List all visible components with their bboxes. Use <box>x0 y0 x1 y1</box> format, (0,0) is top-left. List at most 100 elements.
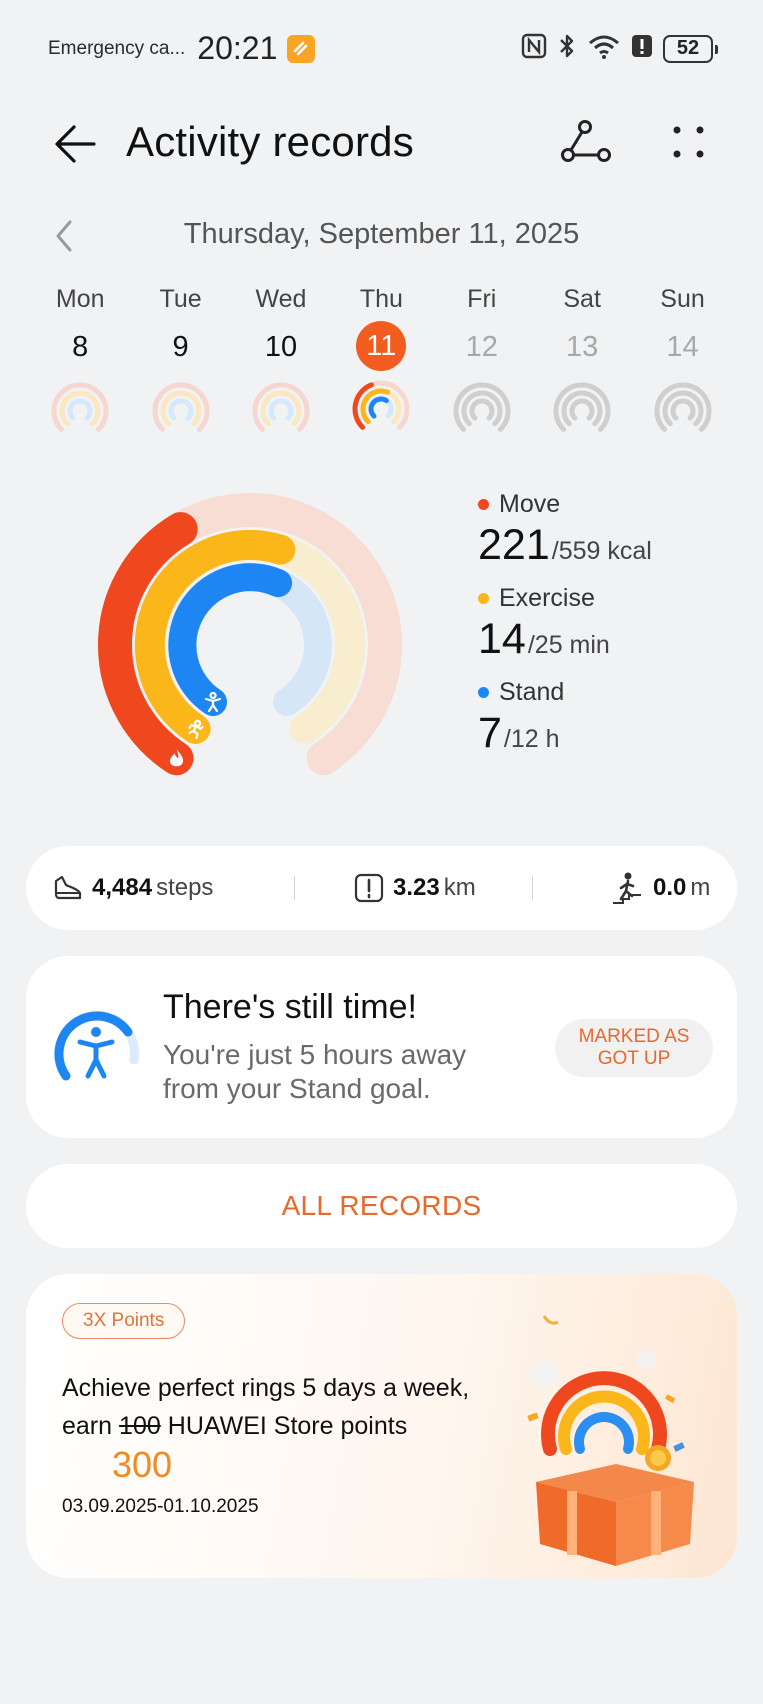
day-number: 12 <box>465 330 498 363</box>
day-number: 9 <box>172 330 189 363</box>
route-button[interactable] <box>558 116 614 172</box>
marked-as-got-up-button[interactable]: MARKED AS GOT UP <box>555 1019 713 1077</box>
week-strip: Mon 8 Tue 9 Wed 10 Thu 11 Fri 12 Sat 13 Sun 14 <box>30 285 733 437</box>
day-number: 8 <box>72 330 89 363</box>
day-name: Fri <box>467 285 497 313</box>
promo-store-points: HUAWEI Store points <box>167 1412 408 1440</box>
bluetooth-icon <box>557 32 577 65</box>
day-mini-rings <box>553 382 611 432</box>
more-button[interactable] <box>660 116 716 172</box>
page-title: Activity records <box>126 118 414 165</box>
steps-value: 4,484 <box>92 874 153 901</box>
status-left: Emergency ca... 20:21 <box>48 30 316 67</box>
day-tue[interactable]: Tue 9 <box>130 285 230 437</box>
day-name: Sun <box>660 285 705 313</box>
route-icon <box>561 120 611 162</box>
day-mini-rings <box>654 382 712 432</box>
carrier-label: Emergency ca... <box>48 37 186 59</box>
stand-value: 7 <box>478 709 502 757</box>
climb-value: 0.0 <box>653 874 687 901</box>
stand-dot <box>478 687 489 698</box>
move-label: Move <box>499 490 561 518</box>
button-label-line2: GOT UP <box>597 1048 671 1069</box>
wifi-icon <box>587 32 621 65</box>
stairs-climb-icon <box>613 872 641 904</box>
battery-icon: 52 <box>663 34 718 63</box>
app-header: Activity records <box>0 100 763 190</box>
distance-icon <box>354 873 384 903</box>
move-dot <box>478 499 489 510</box>
steps-stat: 4,484 steps <box>52 846 213 930</box>
points-badge: 3X Points <box>62 1303 186 1339</box>
day-name: Wed <box>255 285 307 313</box>
day-number: 10 <box>264 330 298 363</box>
promo-subline: earn 100 HUAWEI Store points <box>62 1412 407 1441</box>
status-right: 52 <box>521 32 718 65</box>
exercise-legend: Exercise 14/25 min <box>478 584 738 664</box>
stand-goal: /12 h <box>503 725 560 753</box>
steps-unit: steps <box>156 874 214 901</box>
day-thu[interactable]: Thu 11 <box>331 285 431 437</box>
move-value: 221 <box>478 521 550 569</box>
day-mini-rings <box>252 382 310 432</box>
back-button[interactable] <box>50 118 102 170</box>
app-notification-icon <box>287 34 316 63</box>
rings-legend: Move 221/559 kcal Exercise 14/25 min Sta… <box>478 490 738 772</box>
day-name: Sat <box>563 285 601 313</box>
divider <box>532 876 533 900</box>
day-sun: Sun 14 <box>632 285 732 437</box>
day-name: Thu <box>359 285 403 313</box>
exercise-value: 14 <box>478 615 526 663</box>
daily-stats-card[interactable]: 4,484 steps 3.23 km 0.0 m <box>26 846 737 930</box>
gift-box-illustration <box>527 1315 694 1566</box>
reminder-title: There's still time! <box>163 988 417 1026</box>
stand-label: Stand <box>499 678 565 706</box>
old-points: 100 <box>119 1412 161 1440</box>
divider <box>294 876 295 900</box>
day-mon[interactable]: Mon 8 <box>30 285 130 437</box>
day-mini-rings <box>51 382 109 432</box>
promo-earn-label: earn <box>62 1412 113 1440</box>
day-mini-rings <box>152 382 210 432</box>
alert-icon <box>631 32 653 65</box>
climb-stat: 0.0 m <box>611 846 710 930</box>
date-navigation: Thursday, September 11, 2025 <box>0 212 763 262</box>
distance-unit: km <box>443 874 476 901</box>
stand-legend: Stand 7/12 h <box>478 678 738 758</box>
activity-rings-graphic <box>98 492 402 776</box>
arrow-left-icon <box>55 125 96 163</box>
day-mini-rings <box>453 382 511 432</box>
distance-stat: 3.23 km <box>354 846 476 930</box>
day-number: 11 <box>356 321 407 371</box>
day-number: 13 <box>566 330 599 363</box>
exercise-goal: /25 min <box>527 631 610 659</box>
stand-reminder-card: There's still time! You're just 5 hours … <box>26 956 737 1138</box>
day-name: Mon <box>55 285 105 313</box>
selected-date: Thursday, September 11, 2025 <box>183 218 580 250</box>
promo-dates: 03.09.2025-01.10.2025 <box>62 1496 259 1517</box>
button-label-line1: MARKED AS <box>578 1026 690 1047</box>
day-mini-rings <box>352 380 410 430</box>
all-records-button[interactable]: ALL RECORDS <box>26 1164 737 1248</box>
clock: 20:21 <box>197 30 278 66</box>
exercise-dot <box>478 593 489 604</box>
stand-progress-icon <box>50 1004 142 1096</box>
day-wed[interactable]: Wed 10 <box>231 285 331 437</box>
day-sat: Sat 13 <box>532 285 632 437</box>
day-name: Tue <box>159 285 202 313</box>
nfc-icon <box>521 32 547 65</box>
more-dots-icon <box>673 126 704 158</box>
activity-rings <box>60 480 440 800</box>
reminder-body: You're just 5 hours away from your Stand… <box>163 1039 467 1104</box>
move-legend: Move 221/559 kcal <box>478 490 738 570</box>
promo-banner[interactable]: 3X Points Achieve perfect rings 5 days a… <box>26 1274 737 1578</box>
day-number: 14 <box>666 330 699 363</box>
status-bar: Emergency ca... 20:21 52 <box>0 0 763 100</box>
new-points: 300 <box>112 1444 173 1485</box>
move-goal: /559 kcal <box>551 537 652 565</box>
ring-progress <box>168 563 293 716</box>
promo-headline: Achieve perfect rings 5 days a week, <box>62 1374 470 1402</box>
distance-value: 3.23 <box>393 874 440 901</box>
shoe-icon <box>54 875 82 900</box>
climb-unit: m <box>690 874 711 901</box>
